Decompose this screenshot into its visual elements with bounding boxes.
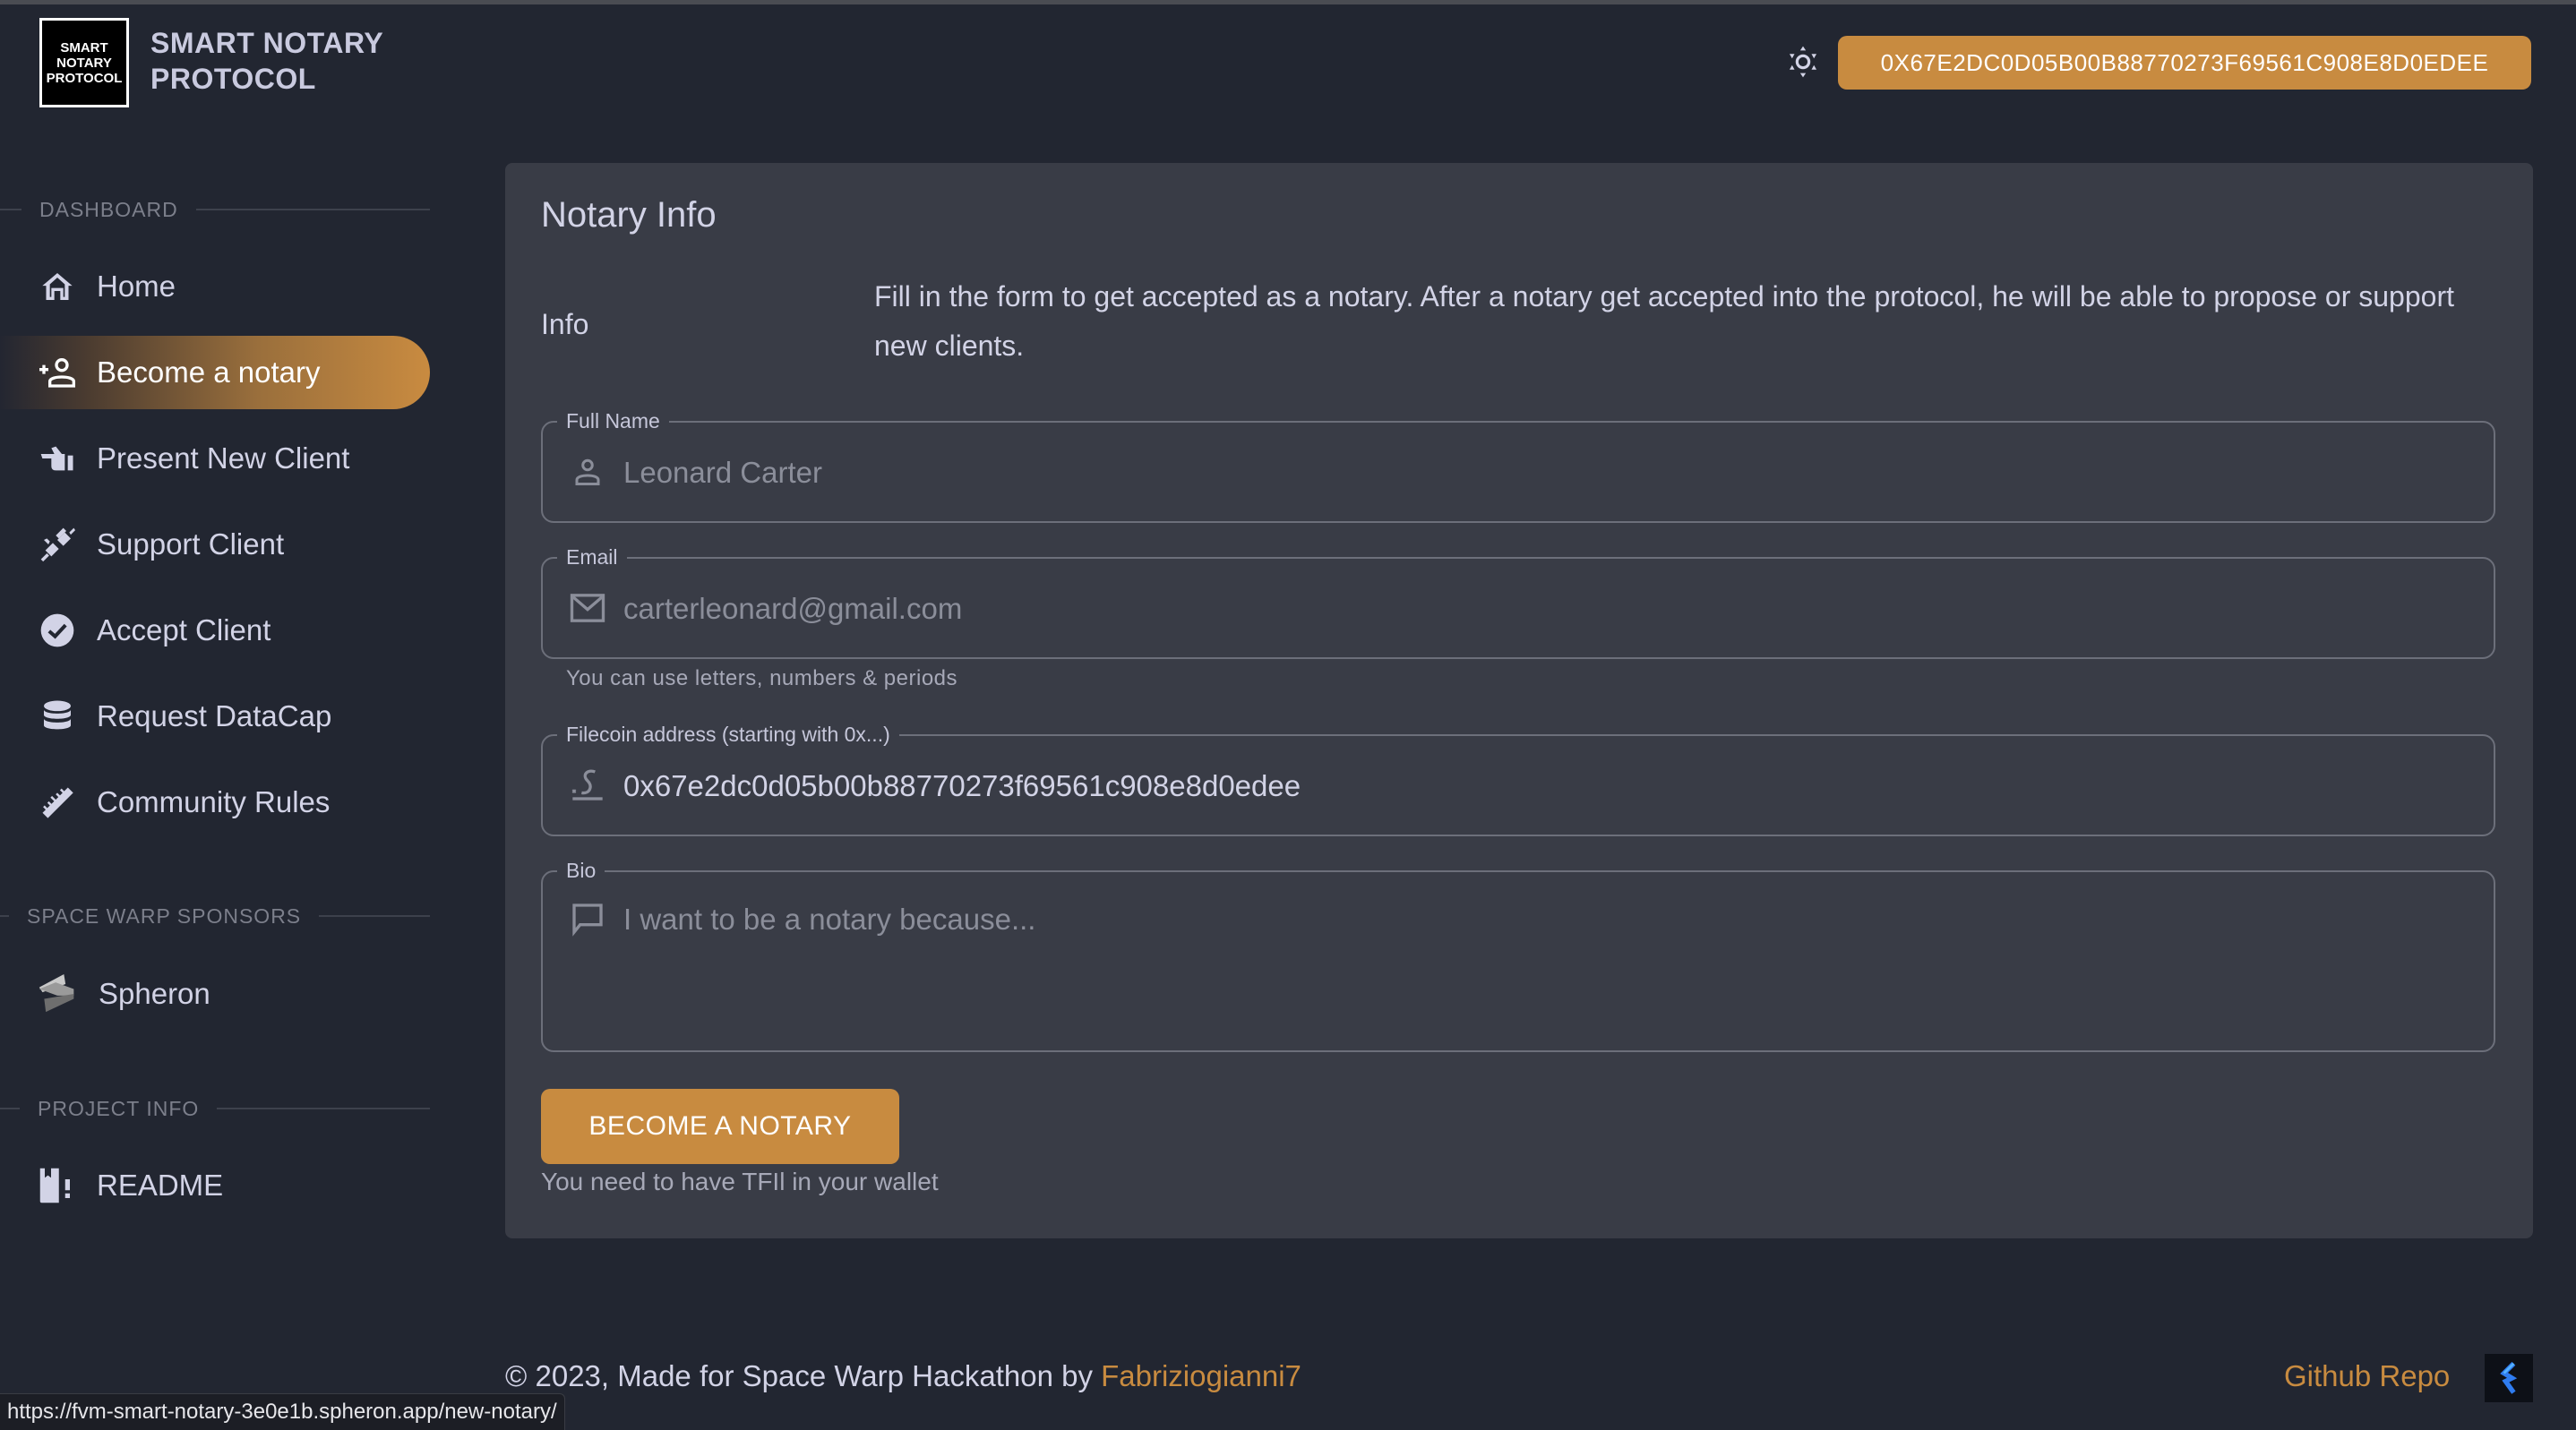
full-name-label: Full Name [557, 409, 669, 432]
person-icon [568, 452, 607, 492]
full-name-field: Full Name [541, 409, 2495, 523]
divider [319, 915, 430, 917]
sidebar-item-label: Home [97, 270, 176, 303]
wallet-requirement-note: You need to have TFIl in your wallet [541, 1168, 939, 1195]
app-title-line: SMART NOTARY [150, 27, 384, 59]
sidebar-item-label: Accept Client [97, 613, 271, 646]
divider [217, 1108, 430, 1109]
card-title: Notary Info [541, 195, 717, 235]
pointing-hand-icon [38, 439, 77, 478]
github-repo-link[interactable]: Github Repo [2284, 1359, 2450, 1393]
sidebar-item-community-rules[interactable]: Community Rules [0, 766, 430, 839]
theme-toggle-button[interactable] [1784, 43, 1822, 81]
sidebar-item-readme[interactable]: README [0, 1149, 430, 1222]
full-name-input[interactable] [623, 455, 2476, 491]
logo-line: SMART [60, 39, 108, 56]
window-top-border [0, 0, 2576, 4]
email-label: Email [557, 545, 627, 569]
sidebar-item-present-new-client[interactable]: Present New Client [0, 422, 430, 495]
home-icon [38, 267, 77, 306]
divider [0, 915, 9, 917]
filecoin-address-label: Filecoin address (starting with 0x...) [557, 723, 899, 746]
email-helper-text: You can use letters, numbers & periods [566, 666, 958, 690]
sidebar-item-label: Support Client [97, 527, 285, 561]
add-person-icon [38, 353, 77, 392]
sidebar-item-accept-client[interactable]: Accept Client [0, 594, 430, 667]
sidebar-item-label: Request DataCap [97, 699, 332, 732]
sidebar-item-spheron[interactable]: Spheron [0, 957, 430, 1031]
readme-book-icon [38, 1166, 77, 1205]
plug-icon [38, 525, 77, 564]
logo[interactable]: SMART NOTARY PROTOCOL [39, 18, 129, 107]
bio-textarea[interactable] [623, 903, 2476, 1028]
divider [195, 209, 430, 210]
divider [0, 209, 21, 210]
bio-field: Bio [541, 859, 2495, 1052]
link-preview-status-bar: https://fvm-smart-notary-3e0e1b.spheron.… [0, 1393, 565, 1430]
filecoin-address-field: Filecoin address (starting with 0x...) [541, 723, 2495, 836]
sidebar-item-label: Present New Client [97, 441, 350, 475]
filecoin-address-input[interactable] [623, 768, 2476, 804]
spheron-badge[interactable] [2485, 1354, 2533, 1402]
logo-line: NOTARY [56, 55, 112, 71]
bio-label: Bio [557, 859, 605, 882]
become-notary-button[interactable]: BECOME A NOTARY [541, 1089, 899, 1164]
sidebar-section-sponsors: SPACE WARP SPONSORS [0, 903, 430, 929]
sun-icon [1789, 46, 1817, 78]
info-label: Info [541, 308, 589, 340]
divider [0, 1108, 20, 1109]
spheron-logo-icon [38, 974, 77, 1014]
mail-icon [568, 588, 607, 628]
section-title: PROJECT INFO [38, 1096, 200, 1120]
sidebar-item-label: Community Rules [97, 785, 331, 818]
email-input[interactable] [623, 591, 2476, 627]
section-title: SPACE WARP SPONSORS [27, 903, 302, 928]
sidebar-item-label: README [97, 1169, 224, 1202]
comment-icon [568, 899, 607, 938]
app-title-line: PROTOCOL [150, 63, 316, 95]
check-circle-icon [38, 611, 77, 650]
section-title: DASHBOARD [39, 197, 178, 221]
ruler-icon [38, 783, 77, 822]
footer-copyright: © 2023, Made for Space Warp Hackathon by… [505, 1359, 1301, 1393]
sidebar-item-support-client[interactable]: Support Client [0, 508, 430, 581]
wallet-address-button[interactable]: 0X67E2DC0D05B00B88770273F69561C908E8D0ED… [1838, 36, 2531, 90]
database-icon [38, 697, 77, 736]
sidebar-item-home[interactable]: Home [0, 250, 430, 323]
app-title: SMART NOTARY PROTOCOL [150, 25, 383, 97]
author-link[interactable]: Fabriziogianni7 [1101, 1359, 1301, 1392]
signature-icon [568, 766, 607, 805]
notary-info-card: Notary Info Info Fill in the form to get… [505, 163, 2533, 1238]
sidebar-section-dashboard: DASHBOARD [0, 196, 430, 223]
info-description: Fill in the form to get accepted as a no… [874, 280, 2454, 362]
sidebar-item-label: Become a notary [97, 355, 321, 389]
sidebar-item-request-datacap[interactable]: Request DataCap [0, 680, 430, 753]
sidebar-item-label: Spheron [99, 977, 210, 1010]
logo-line: PROTOCOL [46, 70, 123, 86]
sidebar-section-project-info: PROJECT INFO [0, 1095, 430, 1122]
spheron-badge-icon [2500, 1362, 2518, 1394]
email-field: Email [541, 545, 2495, 659]
sidebar-item-become-notary[interactable]: Become a notary [0, 336, 430, 409]
copyright-text: © 2023, Made for Space Warp Hackathon by [505, 1359, 1102, 1392]
